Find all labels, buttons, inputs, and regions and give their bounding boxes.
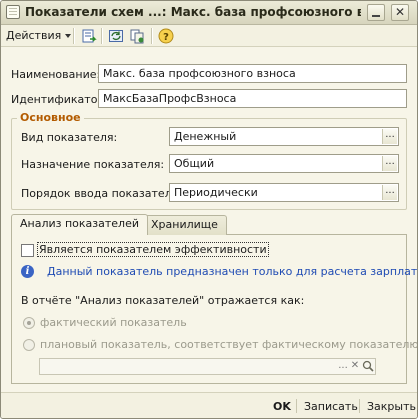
actions-menu-button[interactable]: Действия	[6, 28, 72, 44]
select-button[interactable]: ...	[337, 360, 349, 373]
help-glyph: ?	[163, 32, 169, 43]
post-document-icon[interactable]	[81, 28, 97, 44]
efficiency-checkbox[interactable]	[21, 244, 34, 257]
actions-menu-label: Действия	[6, 29, 62, 42]
info-message: Данный показатель предназначен только дл…	[47, 265, 418, 278]
radio-actual-indicator-label: фактический показатель	[40, 316, 187, 329]
name-label: Наименование:	[11, 68, 101, 81]
input-order-label: Порядок ввода показателя:	[21, 187, 183, 200]
identifier-input[interactable]: МаксБазаПрофсВзноса	[98, 89, 407, 108]
efficiency-checkbox-label[interactable]: Является показателем эффективности	[37, 242, 269, 257]
bottom-separator	[359, 399, 360, 413]
info-icon: i	[21, 265, 34, 278]
toolbar-separator	[73, 28, 74, 44]
indicator-type-value: Денежный	[174, 130, 237, 143]
input-order-value: Периодически	[174, 186, 258, 199]
copy-document-icon[interactable]	[129, 28, 145, 44]
close-button[interactable]: Закрыть	[367, 400, 416, 413]
radio-planned-indicator[interactable]	[23, 339, 35, 351]
indicator-purpose-label: Назначение показателя:	[21, 158, 165, 171]
select-button[interactable]: ...	[382, 129, 397, 144]
chevron-down-icon	[65, 34, 72, 38]
help-icon[interactable]: ?	[158, 28, 174, 44]
close-window-button[interactable]: ✕	[391, 4, 409, 21]
identifier-label: Идентификатор:	[11, 93, 109, 106]
toolbar-separator	[151, 28, 152, 44]
search-icon[interactable]	[362, 360, 374, 373]
select-button[interactable]: ...	[382, 156, 397, 171]
dialog-window: Показатели схем ...: Макс. база профсоюз…	[0, 0, 418, 419]
document-icon	[6, 5, 20, 19]
toolbar-separator	[101, 28, 102, 44]
main-group-title: Основное	[17, 111, 84, 124]
ok-button[interactable]: OK	[273, 400, 291, 413]
report-reflection-label: В отчёте "Анализ показателей" отражается…	[21, 294, 305, 307]
indicator-type-field[interactable]: Денежный ...	[169, 127, 399, 146]
refresh-icon[interactable]	[108, 28, 124, 44]
minimize-button[interactable]	[367, 4, 385, 21]
indicator-type-label: Вид показателя:	[21, 131, 118, 144]
title-bar[interactable]: Показатели схем ...: Макс. база профсоюз…	[1, 1, 417, 25]
input-order-field[interactable]: Периодически ...	[169, 183, 399, 202]
name-input[interactable]: Макс. база профсоюзного взноса	[98, 64, 407, 83]
planned-indicator-input[interactable]: ... ✕	[39, 358, 376, 375]
select-button[interactable]: ...	[382, 185, 397, 200]
save-button[interactable]: Записать	[304, 400, 358, 413]
tab-storage[interactable]: Хранилище	[142, 215, 227, 235]
indicator-purpose-value: Общий	[174, 157, 215, 170]
clear-icon[interactable]: ✕	[349, 360, 361, 373]
radio-planned-indicator-label: плановый показатель, соответствует факти…	[40, 338, 418, 351]
bottom-separator	[296, 399, 297, 413]
tab-indicator-analysis[interactable]: Анализ показателей	[11, 214, 149, 235]
bottom-button-bar: OK Записать Закрыть	[1, 392, 417, 418]
indicator-purpose-field[interactable]: Общий ...	[169, 154, 399, 173]
toolbar: Действия ?	[1, 25, 417, 47]
window-title: Показатели схем ...: Макс. база профсоюз…	[25, 5, 361, 19]
radio-actual-indicator[interactable]	[23, 317, 35, 329]
